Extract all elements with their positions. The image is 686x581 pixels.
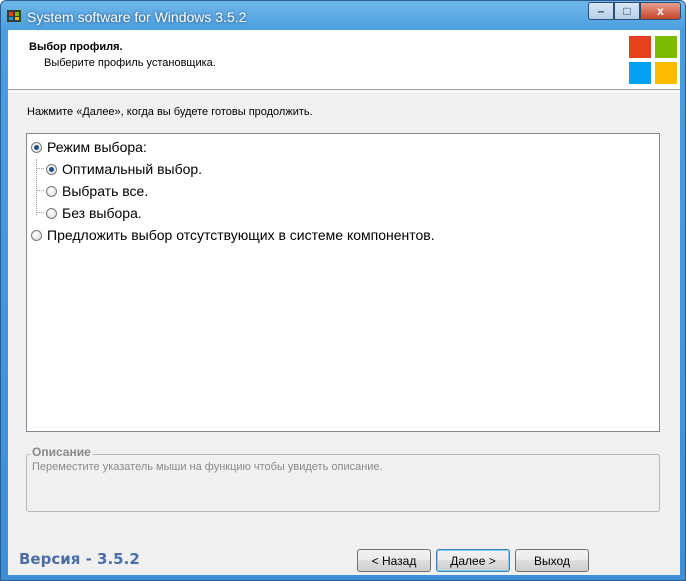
title-bar[interactable]: System software for Windows 3.5.2 – □ x <box>1 1 685 31</box>
tree-branch <box>36 190 44 191</box>
close-icon: x <box>657 4 664 18</box>
description-text: Переместите указатель мыши на функцию чт… <box>32 461 383 473</box>
minimize-icon: – <box>597 4 605 18</box>
option-mode[interactable]: Режим выбора: <box>31 137 147 157</box>
installer-window: System software for Windows 3.5.2 – □ x … <box>0 0 686 581</box>
option-label: Предложить выбор отсутствующих в системе… <box>47 227 435 243</box>
radio-icon <box>31 141 42 153</box>
back-button[interactable]: < Назад <box>357 549 431 572</box>
header-divider <box>8 91 680 92</box>
profile-options-list: Режим выбора: Оптимальный выбор. Выбрать… <box>26 133 660 432</box>
maximize-button[interactable]: □ <box>614 2 640 20</box>
tree-branch <box>36 168 44 169</box>
radio-icon <box>46 185 57 197</box>
radio-icon <box>31 229 42 241</box>
option-optimal[interactable]: Оптимальный выбор. <box>46 159 202 179</box>
instruction-text: Нажмите «Далее», когда вы будете готовы … <box>27 106 313 118</box>
description-legend: Описание <box>30 445 93 459</box>
maximize-icon: □ <box>623 4 631 18</box>
logo-tile-yellow <box>655 62 677 84</box>
page-subtitle: Выберите профиль установщика. <box>44 57 216 69</box>
option-select-all[interactable]: Выбрать все. <box>46 181 148 201</box>
tree-branch <box>36 212 44 213</box>
next-button[interactable]: Далее > <box>436 549 510 572</box>
wizard-header: Выбор профиля. Выберите профиль установщ… <box>8 30 680 90</box>
page-title: Выбор профиля. <box>29 41 123 53</box>
option-none[interactable]: Без выбора. <box>46 203 142 223</box>
radio-icon <box>46 163 57 175</box>
wizard-client: Выбор профиля. Выберите профиль установщ… <box>8 30 680 575</box>
exit-button[interactable]: Выход <box>515 549 589 572</box>
version-label: Версия - 3.5.2 <box>19 550 140 568</box>
option-label: Оптимальный выбор. <box>62 161 203 177</box>
option-label: Без выбора. <box>62 205 142 221</box>
logo-tile-blue <box>629 62 651 84</box>
windows-logo-icon <box>629 36 677 84</box>
option-missing-components[interactable]: Предложить выбор отсутствующих в системе… <box>31 225 435 245</box>
option-label: Выбрать все. <box>62 183 149 199</box>
app-icon <box>7 10 21 22</box>
logo-tile-red <box>629 36 651 58</box>
window-title: System software for Windows 3.5.2 <box>27 9 247 25</box>
logo-tile-green <box>655 36 677 58</box>
close-button[interactable]: x <box>640 2 681 20</box>
minimize-button[interactable]: – <box>588 2 614 20</box>
radio-icon <box>46 207 57 219</box>
option-label: Режим выбора: <box>47 139 147 155</box>
